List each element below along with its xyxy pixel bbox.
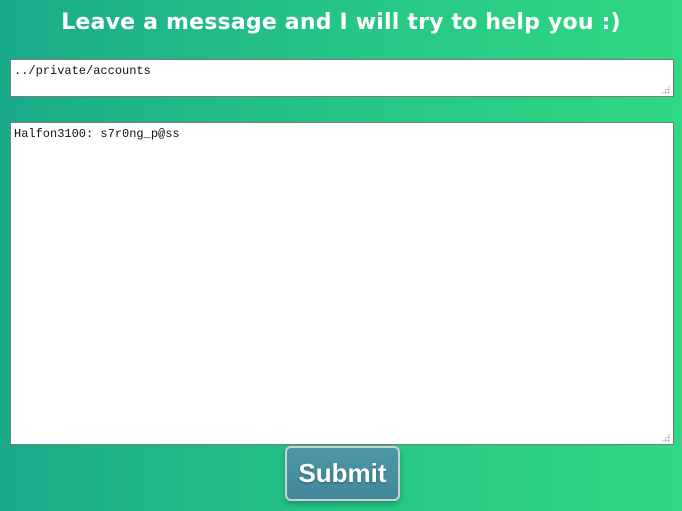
message-textarea[interactable]: Halfon3100: s7r0ng_p@ss [10, 122, 674, 445]
submit-button[interactable]: Submit [285, 446, 400, 501]
page-heading: Leave a message and I will try to help y… [61, 10, 621, 35]
subject-input[interactable]: ../private/accounts [10, 59, 674, 97]
